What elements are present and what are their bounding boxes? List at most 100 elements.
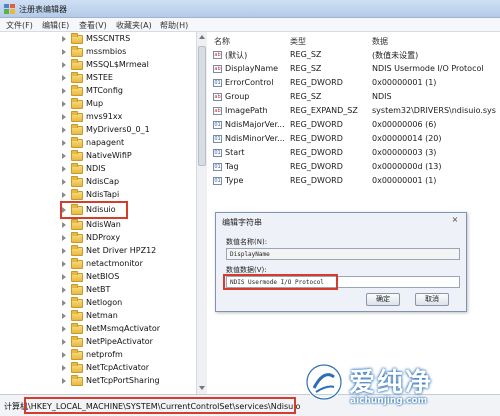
column-header-data[interactable]: 数据	[372, 36, 388, 47]
expand-arrow-icon[interactable]	[62, 49, 66, 55]
folder-icon	[71, 124, 83, 135]
expand-arrow-icon[interactable]	[62, 287, 66, 293]
binary-value-icon: 01	[213, 121, 222, 129]
expand-arrow-icon[interactable]	[62, 88, 66, 94]
folder-icon	[71, 72, 83, 83]
registry-editor-icon	[4, 4, 15, 14]
close-icon[interactable]: ×	[448, 215, 462, 225]
menu-favorites[interactable]: 收藏夹(A)	[116, 20, 152, 31]
expand-arrow-icon[interactable]	[62, 235, 66, 241]
folder-icon	[71, 362, 83, 373]
folder-icon	[71, 163, 83, 174]
expand-arrow-icon[interactable]	[62, 274, 66, 280]
folder-icon	[71, 137, 83, 148]
column-header-name[interactable]: 名称	[214, 36, 230, 47]
value-row[interactable]: 01 Type REG_DWORD 0x00000001 (1)	[208, 174, 500, 188]
folder-icon	[71, 310, 83, 321]
watermark-url: aichunjing.com	[350, 396, 428, 406]
folder-icon	[71, 271, 83, 282]
expand-arrow-icon[interactable]	[62, 339, 66, 345]
value-row[interactable]: 01 Start REG_DWORD 0x00000003 (3)	[208, 146, 500, 160]
value-row[interactable]: 01 ErrorControl REG_DWORD 0x00000001 (1)	[208, 76, 500, 90]
binary-value-icon: 01	[213, 177, 222, 185]
value-row[interactable]: ab ImagePath REG_EXPAND_SZ system32\DRIVERS…	[208, 104, 500, 118]
menu-file[interactable]: 文件(F)	[6, 20, 33, 31]
menu-view[interactable]: 查看(V)	[79, 20, 107, 31]
expand-arrow-icon[interactable]	[62, 365, 66, 371]
folder-icon	[71, 284, 83, 295]
folder-icon	[71, 336, 83, 347]
watermark-logo-icon	[305, 363, 343, 401]
folder-icon	[71, 219, 83, 230]
binary-value-icon: 01	[213, 79, 222, 87]
window-title: 注册表编辑器	[19, 5, 67, 14]
value-row[interactable]: ab Group REG_SZ NDIS	[208, 90, 500, 104]
ok-button[interactable]: 确定	[366, 293, 400, 306]
cancel-button[interactable]: 取消	[415, 293, 449, 306]
scroll-thumb[interactable]	[198, 46, 206, 166]
expand-arrow-icon[interactable]	[62, 127, 66, 133]
value-name-label: 数值名称(N):	[226, 238, 268, 246]
folder-icon	[71, 33, 83, 44]
folder-icon	[71, 189, 83, 200]
expand-arrow-icon[interactable]	[62, 140, 66, 146]
folder-icon	[71, 150, 83, 161]
expand-arrow-icon[interactable]	[62, 378, 66, 384]
value-row[interactable]: 01 Tag REG_DWORD 0x0000000d (13)	[208, 160, 500, 174]
folder-icon	[71, 323, 83, 334]
expand-arrow-icon[interactable]	[62, 248, 66, 254]
value-row[interactable]: 01 NdisMinorVer... REG_DWORD 0x00000014 (20…	[208, 132, 500, 146]
folder-icon	[71, 297, 83, 308]
folder-icon	[71, 46, 83, 57]
string-value-icon: ab	[213, 107, 222, 115]
value-row[interactable]: ab (默认) REG_SZ (数值未设置)	[208, 48, 500, 62]
value-row[interactable]: 01 NdisMajorVer... REG_DWORD 0x00000006 (6)	[208, 118, 500, 132]
watermark-brand: 爱纯净	[349, 368, 434, 398]
string-value-icon: ab	[213, 93, 222, 101]
expand-arrow-icon[interactable]	[62, 153, 66, 159]
menu-help[interactable]: 帮助(H)	[160, 20, 188, 31]
expand-arrow-icon[interactable]	[62, 192, 66, 198]
binary-value-icon: 01	[213, 149, 222, 157]
scroll-up-icon[interactable]	[199, 35, 205, 39]
edit-string-dialog: 编辑字符串 × 数值名称(N): DisplayName 数值数据(V): ND…	[215, 212, 467, 312]
expand-arrow-icon[interactable]	[62, 179, 66, 185]
expand-arrow-icon[interactable]	[62, 261, 66, 267]
dialog-title: 编辑字符串	[222, 218, 262, 227]
folder-icon	[71, 85, 83, 96]
tree-scrollbar[interactable]	[196, 32, 207, 394]
registry-path-highlight	[24, 397, 296, 414]
value-data-highlight	[223, 274, 338, 290]
string-value-icon: ab	[213, 65, 222, 73]
scroll-down-icon[interactable]	[199, 386, 205, 390]
expand-arrow-icon[interactable]	[62, 300, 66, 306]
value-row[interactable]: ab DisplayName REG_SZ NDIS Usermode I/O Pro…	[208, 62, 500, 76]
value-name-field[interactable]: DisplayName	[226, 248, 460, 260]
expand-arrow-icon[interactable]	[62, 222, 66, 228]
title-bar: 注册表编辑器	[0, 0, 500, 18]
binary-value-icon: 01	[213, 135, 222, 143]
menu-edit[interactable]: 编辑(E)	[42, 20, 69, 31]
expand-arrow-icon[interactable]	[62, 326, 66, 332]
folder-icon	[71, 349, 83, 360]
folder-icon	[71, 98, 83, 109]
expand-arrow-icon[interactable]	[62, 313, 66, 319]
expand-arrow-icon[interactable]	[62, 114, 66, 120]
binary-value-icon: 01	[213, 163, 222, 171]
folder-icon	[71, 59, 83, 70]
expand-arrow-icon[interactable]	[62, 101, 66, 107]
tree-item[interactable]: NetTcpPortSharing	[0, 374, 196, 389]
folder-icon	[71, 111, 83, 122]
selected-key-highlight	[60, 201, 128, 219]
folder-icon	[71, 258, 83, 269]
expand-arrow-icon[interactable]	[62, 36, 66, 42]
expand-arrow-icon[interactable]	[62, 75, 66, 81]
string-value-icon: ab	[213, 51, 222, 59]
expand-arrow-icon[interactable]	[62, 166, 66, 172]
folder-icon	[71, 176, 83, 187]
expand-arrow-icon[interactable]	[62, 352, 66, 358]
folder-icon	[71, 245, 83, 256]
column-header-type[interactable]: 类型	[290, 36, 306, 47]
folder-icon	[71, 232, 83, 243]
expand-arrow-icon[interactable]	[62, 62, 66, 68]
